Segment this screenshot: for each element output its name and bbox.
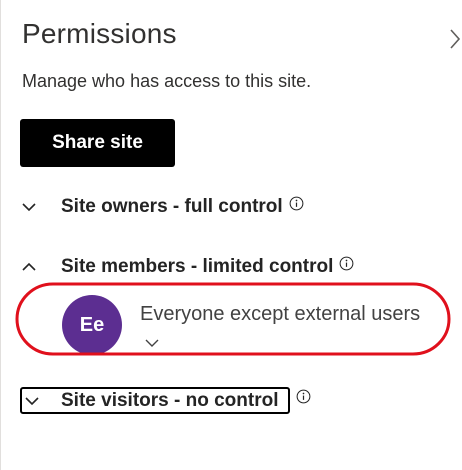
avatar: Ee <box>62 295 122 355</box>
chevron-down-icon <box>25 396 39 405</box>
page-subtitle: Manage who has access to this site. <box>22 71 312 91</box>
group-label: Site owners - full control <box>61 196 283 217</box>
info-icon[interactable] <box>289 196 304 211</box>
chevron-down-icon <box>22 203 36 212</box>
group-site-visitors[interactable]: Site visitors - no control <box>20 387 311 414</box>
group-site-members[interactable]: Site members - limited control <box>20 256 354 278</box>
page-title: Permissions <box>22 18 177 49</box>
group-label: Site members - limited control <box>61 256 334 277</box>
chevron-right-icon[interactable] <box>448 26 462 52</box>
info-icon[interactable] <box>296 389 311 404</box>
member-name: Everyone except external users <box>140 303 421 325</box>
focus-outline[interactable]: Site visitors - no control <box>20 387 290 414</box>
group-label: Site visitors - no control <box>61 389 279 411</box>
panel-divider <box>0 0 1 470</box>
share-site-button[interactable]: Share site <box>20 119 175 167</box>
info-icon[interactable] <box>339 256 354 271</box>
permissions-panel: Permissions Manage who has access to thi… <box>0 0 462 470</box>
chevron-down-icon[interactable] <box>144 338 160 348</box>
chevron-up-icon <box>22 262 36 271</box>
member-row[interactable]: Ee Everyone except external users <box>62 295 420 355</box>
group-site-owners[interactable]: Site owners - full control <box>20 196 304 218</box>
